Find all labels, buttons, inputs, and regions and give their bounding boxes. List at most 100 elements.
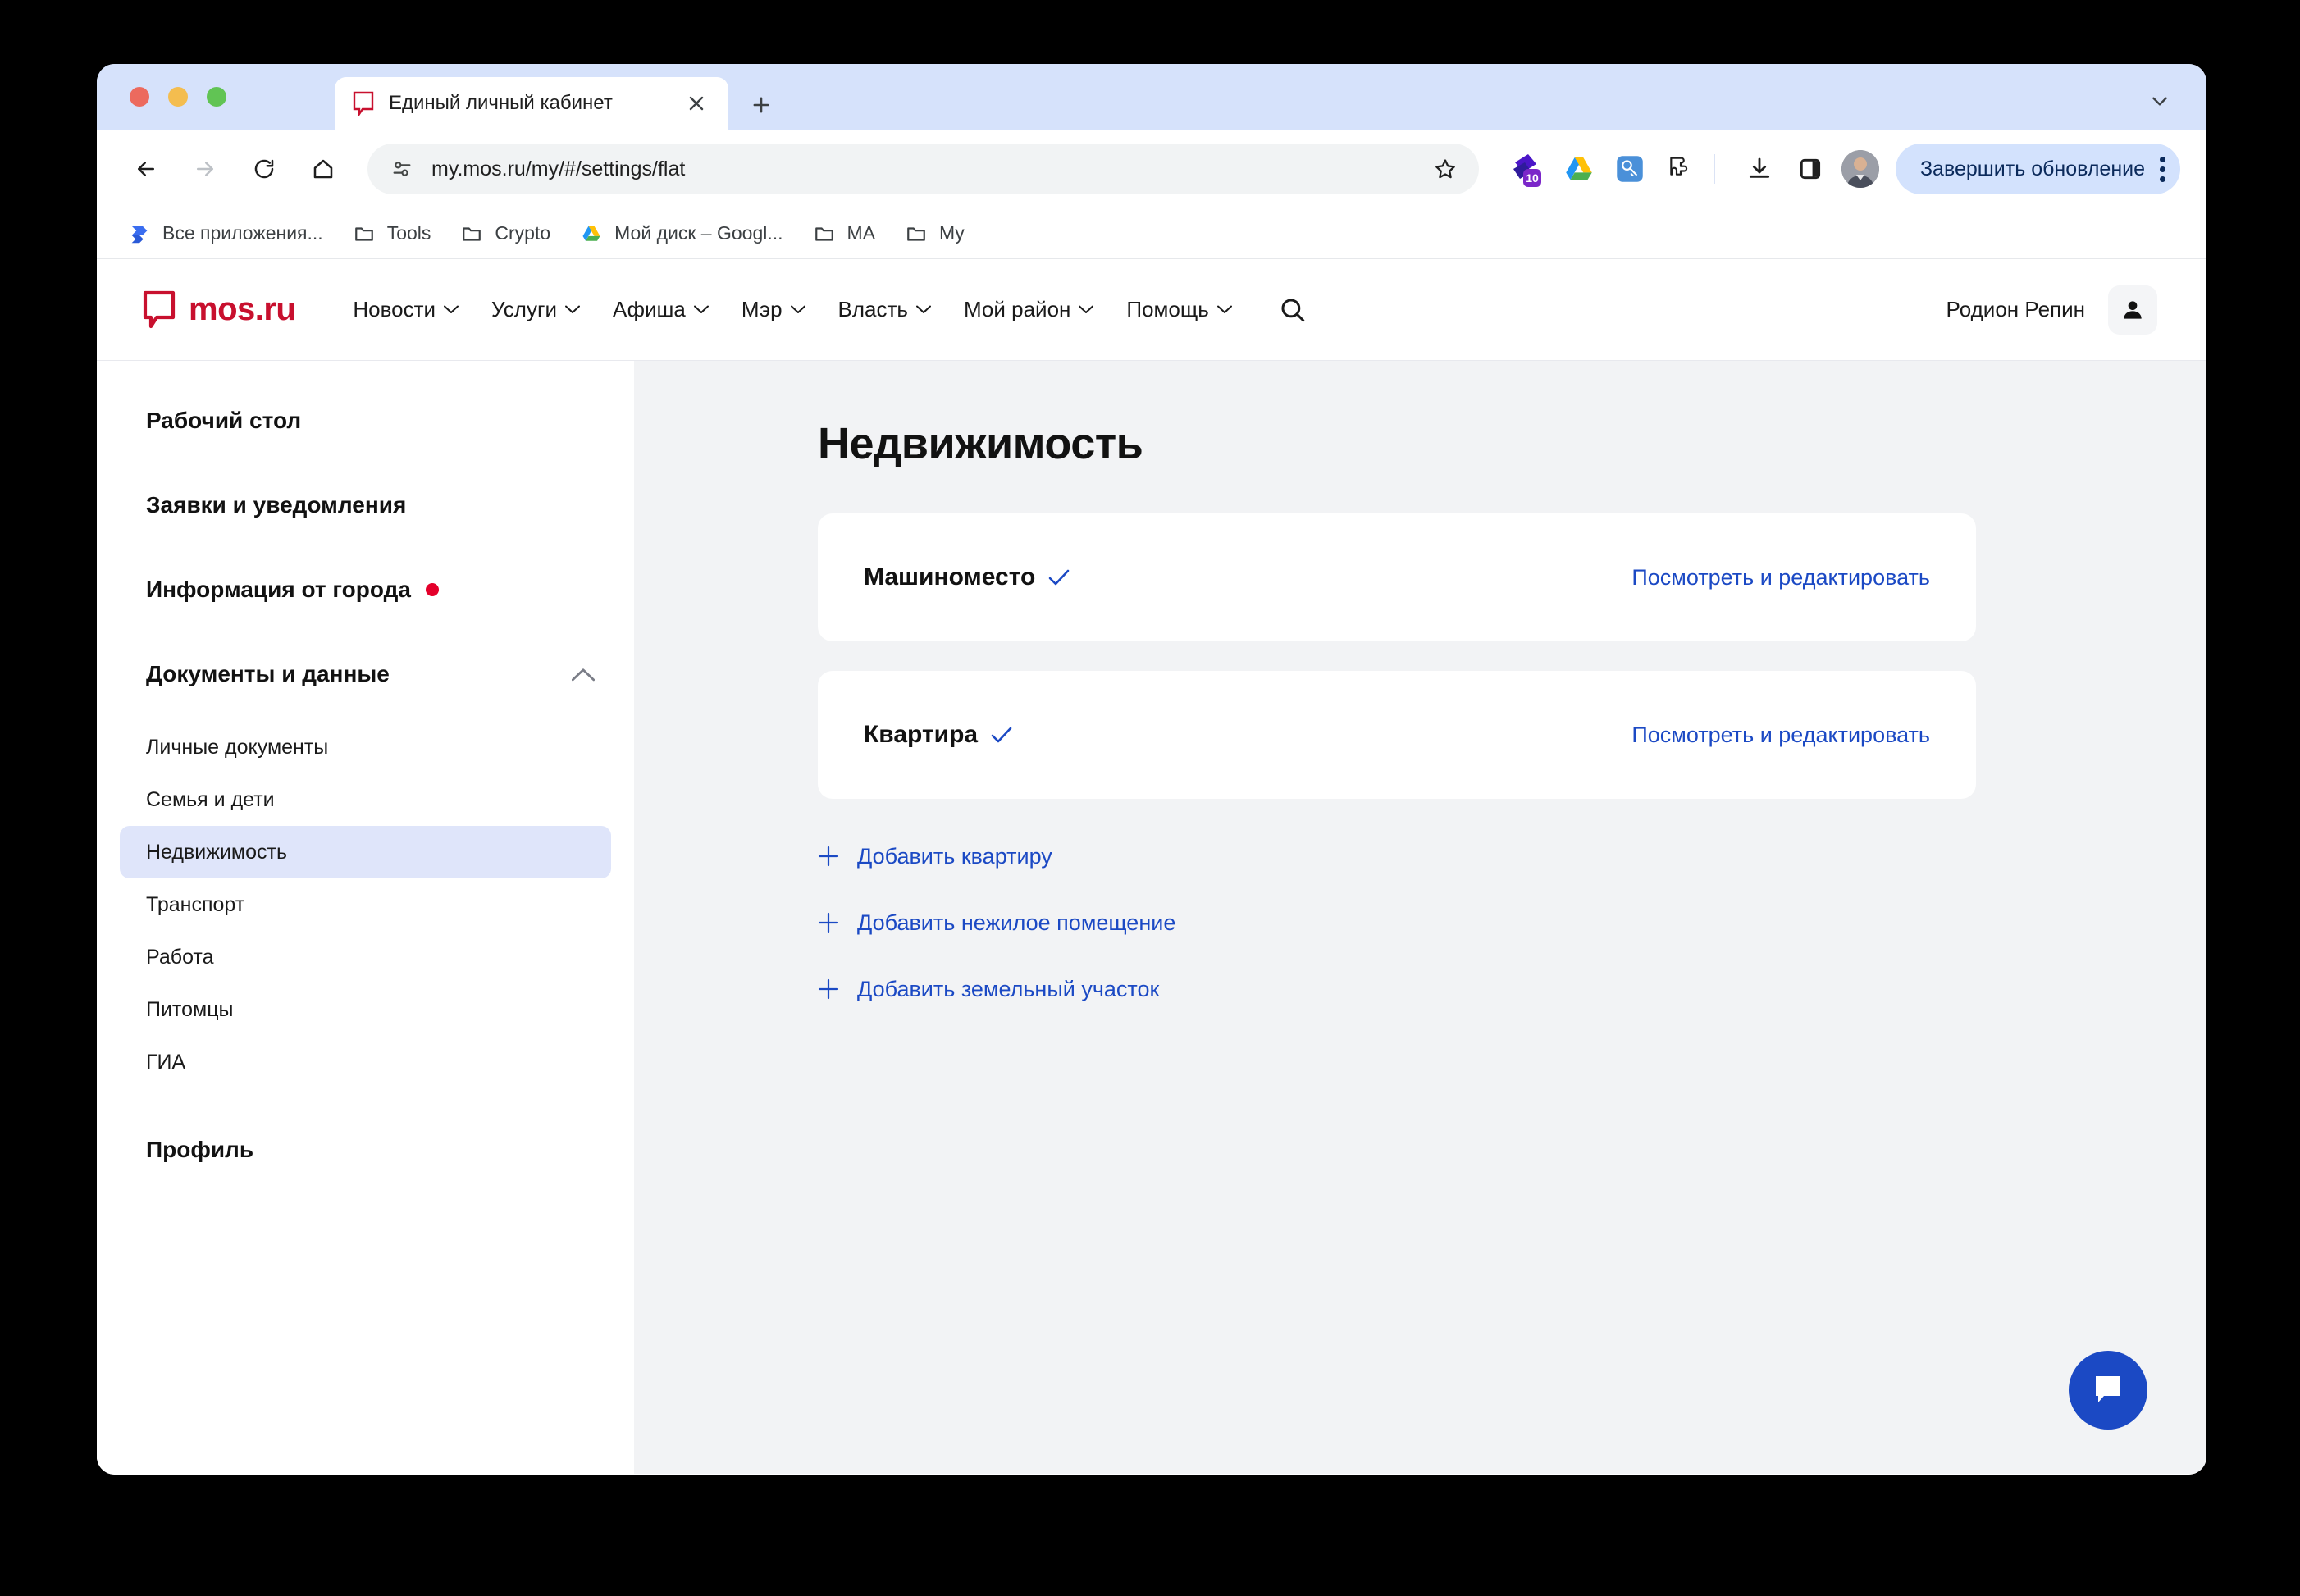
sidebar-item-work[interactable]: Работа <box>120 931 611 983</box>
nav-item-label: Афиша <box>613 297 686 322</box>
google-drive-icon[interactable] <box>1559 149 1599 189</box>
add-land-plot-button[interactable]: Добавить земельный участок <box>818 969 2141 1009</box>
password-key-icon[interactable] <box>1610 149 1650 189</box>
chat-bubble-icon <box>2090 1370 2126 1411</box>
bookmark-ma[interactable]: MA <box>811 221 876 247</box>
new-tab-button[interactable] <box>745 89 778 121</box>
nav-item-help[interactable]: Помощь <box>1126 297 1231 322</box>
add-actions-list: Добавить квартиру Добавить нежилое помещ… <box>818 837 2141 1009</box>
property-card-title-row: Квартира <box>864 721 1012 749</box>
folder-icon <box>351 221 377 247</box>
sidebar-item-requests[interactable]: Заявки и уведомления <box>97 481 634 529</box>
bookmark-label: Все приложения... <box>162 222 323 244</box>
profile-avatar[interactable] <box>1841 150 1879 188</box>
side-panel-icon[interactable] <box>1791 149 1830 189</box>
property-card-apartment: Квартира Посмотреть и редактировать <box>818 671 1976 799</box>
sidebar-item-gia[interactable]: ГИА <box>120 1036 611 1088</box>
bookmark-label: Tools <box>387 222 431 244</box>
left-sidebar: Рабочий стол Заявки и уведомления Информ… <box>97 361 634 1474</box>
bookmark-my[interactable]: My <box>903 221 965 247</box>
arrow-right-icon[interactable] <box>182 146 228 192</box>
google-drive-icon <box>578 221 605 247</box>
sidebar-item-transport[interactable]: Транспорт <box>120 878 611 931</box>
browser-toolbar: my.mos.ru/my/#/settings/flat 10 <box>97 130 2206 208</box>
bookmark-tools[interactable]: Tools <box>351 221 431 247</box>
minimize-window-button[interactable] <box>168 87 188 107</box>
bookmark-label: Crypto <box>495 222 550 244</box>
close-icon[interactable] <box>682 89 710 117</box>
toolbar-divider <box>1714 154 1715 184</box>
bookmarks-bar: Все приложения... Tools Crypto Мой диск … <box>97 208 2206 259</box>
chevron-down-icon <box>791 305 805 314</box>
sidebar-item-label: Транспорт <box>146 893 244 917</box>
sidebar-item-city-info[interactable]: Информация от города <box>97 566 634 613</box>
chevron-down-icon <box>694 305 709 314</box>
kebab-menu-icon[interactable] <box>2160 157 2165 182</box>
sidebar-item-label: Работа <box>146 946 214 969</box>
search-icon[interactable] <box>1276 294 1309 326</box>
chevron-down-icon[interactable] <box>2146 87 2174 115</box>
maximize-window-button[interactable] <box>207 87 226 107</box>
chevron-down-icon <box>1217 305 1232 314</box>
mosru-logo-icon <box>143 290 176 330</box>
bookmark-all-apps[interactable]: Все приложения... <box>126 221 323 247</box>
finish-update-button[interactable]: Завершить обновление <box>1896 144 2180 194</box>
star-icon[interactable] <box>1426 150 1464 188</box>
sidebar-item-profile[interactable]: Профиль <box>97 1126 634 1174</box>
page-viewport: mos.ru Новости Услуги Афиша Мэр <box>97 259 2206 1475</box>
sidebar-item-personal-documents[interactable]: Личные документы <box>120 721 611 773</box>
address-bar[interactable]: my.mos.ru/my/#/settings/flat <box>367 144 1479 194</box>
nav-item-news[interactable]: Новости <box>353 297 459 322</box>
nav-item-my-district[interactable]: Мой район <box>964 297 1093 322</box>
browser-tab[interactable]: Единый личный кабинет <box>335 77 728 130</box>
header-user-area[interactable]: Родион Репин <box>1946 285 2157 335</box>
plus-icon <box>818 978 839 1000</box>
chevron-up-icon[interactable] <box>572 661 595 687</box>
nav-item-services[interactable]: Услуги <box>491 297 580 322</box>
nav-item-government[interactable]: Власть <box>838 297 931 322</box>
sidebar-item-label: Личные документы <box>146 736 328 759</box>
mosru-favicon-icon <box>353 91 374 116</box>
sidebar-group-documents-and-data[interactable]: Документы и данные <box>97 650 634 698</box>
nav-item-mayor[interactable]: Мэр <box>742 297 805 322</box>
header-user-name: Родион Репин <box>1946 297 2085 322</box>
view-and-edit-link[interactable]: Посмотреть и редактировать <box>1631 723 1930 748</box>
check-icon <box>991 727 1012 743</box>
address-bar-url[interactable]: my.mos.ru/my/#/settings/flat <box>431 157 1426 181</box>
sidebar-item-label: Питомцы <box>146 998 233 1022</box>
home-icon[interactable] <box>300 146 346 192</box>
chat-support-button[interactable] <box>2069 1351 2147 1430</box>
add-action-label: Добавить нежилое помещение <box>857 910 1175 936</box>
fliqlo-extension-icon[interactable]: 10 <box>1508 149 1548 189</box>
apps-shortcut-icon <box>126 221 153 247</box>
downloads-icon[interactable] <box>1740 149 1779 189</box>
add-non-residential-button[interactable]: Добавить нежилое помещение <box>818 903 2141 942</box>
sidebar-item-real-estate[interactable]: Недвижимость <box>120 826 611 878</box>
bookmark-label: Мой диск – Googl... <box>614 222 783 244</box>
property-card-title-row: Машиноместо <box>864 563 1070 591</box>
sidebar-item-label: Недвижимость <box>146 841 287 864</box>
chevron-down-icon <box>444 305 459 314</box>
reload-icon[interactable] <box>241 146 287 192</box>
tune-icon[interactable] <box>387 154 417 184</box>
sidebar-item-dashboard[interactable]: Рабочий стол <box>97 397 634 445</box>
bookmark-google-drive[interactable]: Мой диск – Googl... <box>578 221 783 247</box>
nav-item-label: Мэр <box>742 297 783 322</box>
nav-item-events[interactable]: Афиша <box>613 297 709 322</box>
add-apartment-button[interactable]: Добавить квартиру <box>818 837 2141 876</box>
arrow-left-icon[interactable] <box>123 146 169 192</box>
view-and-edit-link[interactable]: Посмотреть и редактировать <box>1631 565 1930 591</box>
property-card-title: Машиноместо <box>864 563 1035 591</box>
plus-icon <box>818 912 839 933</box>
close-window-button[interactable] <box>130 87 149 107</box>
bookmark-crypto[interactable]: Crypto <box>459 221 550 247</box>
sidebar-item-pets[interactable]: Питомцы <box>120 983 611 1036</box>
user-avatar-icon[interactable] <box>2108 285 2157 335</box>
nav-item-label: Помощь <box>1126 297 1208 322</box>
sidebar-item-family-and-children[interactable]: Семья и дети <box>120 773 611 826</box>
bookmark-label: MA <box>847 222 876 244</box>
add-action-label: Добавить квартиру <box>857 844 1052 869</box>
puzzle-extensions-icon[interactable] <box>1661 149 1700 189</box>
site-logo[interactable]: mos.ru <box>143 290 295 330</box>
sidebar-item-label: Рабочий стол <box>146 408 301 434</box>
